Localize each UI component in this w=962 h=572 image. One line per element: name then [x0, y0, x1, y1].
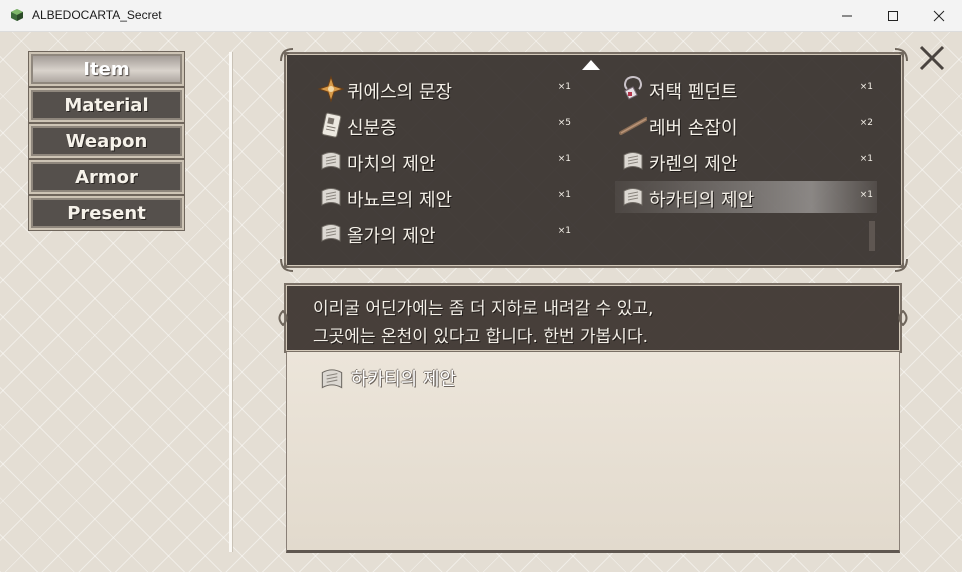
- corner-ornament-icon: [280, 258, 294, 272]
- category-label: Weapon: [65, 130, 148, 152]
- scroll-up-arrow-icon[interactable]: [582, 60, 600, 70]
- category-item-button[interactable]: Item: [28, 51, 185, 87]
- item-quantity: ×1: [859, 190, 873, 200]
- corner-ornament-icon: [894, 258, 908, 272]
- divider: [229, 52, 232, 552]
- item-slot[interactable]: 퀴에스의 문장 ×1: [313, 73, 575, 105]
- close-menu-icon[interactable]: [916, 42, 948, 74]
- item-quantity: ×1: [557, 226, 571, 236]
- category-material-button[interactable]: Material: [28, 87, 185, 123]
- side-ornament-icon: [898, 310, 908, 326]
- minimize-icon: [842, 15, 852, 16]
- corner-ornament-icon: [280, 48, 294, 62]
- item-name: 올가의 제안: [347, 226, 436, 247]
- item-slot[interactable]: 카렌의 제안 ×1: [615, 145, 877, 177]
- item-name: 신분증: [347, 118, 397, 139]
- item-name: 마치의 제안: [347, 154, 436, 175]
- window-titlebar: ALBEDOCARTA_Secret: [0, 0, 962, 32]
- description-line-2: 그곳에는 온천이 있다고 합니다. 한번 가봅시다.: [313, 327, 648, 347]
- app-icon: [11, 9, 23, 21]
- item-name: 퀴에스의 문장: [347, 82, 453, 103]
- category-weapon-button[interactable]: Weapon: [28, 123, 185, 159]
- scroll-icon: [321, 369, 343, 389]
- category-present-button[interactable]: Present: [28, 195, 185, 231]
- item-quantity: ×1: [557, 82, 571, 92]
- category-label: Armor: [75, 166, 138, 188]
- item-slot[interactable]: 마치의 제안 ×1: [313, 145, 575, 177]
- id-card-icon: [321, 112, 342, 138]
- maximize-icon: [888, 10, 898, 21]
- item-slot[interactable]: 올가의 제안 ×1: [313, 217, 575, 249]
- item-quantity: ×2: [859, 118, 873, 128]
- category-label: Material: [64, 94, 149, 116]
- minimize-button[interactable]: [824, 0, 870, 31]
- scroll-icon: [623, 188, 643, 206]
- item-detail-panel: 하카티의 제안: [286, 352, 900, 553]
- close-window-button[interactable]: [916, 0, 962, 31]
- item-name: 하카티의 제안: [649, 190, 755, 211]
- pendant-icon: [624, 76, 642, 100]
- close-icon: [933, 10, 945, 21]
- lever-handle-icon: [619, 117, 647, 135]
- item-quantity: ×1: [557, 154, 571, 164]
- item-name: 레버 손잡이: [649, 118, 738, 139]
- item-slot-selected[interactable]: 하카티의 제안 ×1: [615, 181, 877, 213]
- item-slot[interactable]: 바뇨르의 제안 ×1: [313, 181, 575, 213]
- item-slot[interactable]: 신분증 ×5: [313, 109, 575, 141]
- corner-ornament-icon: [894, 48, 908, 62]
- scrollbar[interactable]: [869, 221, 875, 251]
- item-slot[interactable]: 레버 손잡이 ×2: [615, 109, 877, 141]
- maximize-button[interactable]: [870, 0, 916, 31]
- category-label: Item: [83, 58, 130, 80]
- emblem-icon: [317, 75, 345, 103]
- side-ornament-icon: [278, 310, 288, 326]
- scroll-icon: [321, 188, 341, 206]
- detail-item-name: 하카티의 제안: [351, 369, 457, 390]
- item-list-panel: 퀴에스의 문장 ×1 저택 펜던트 ×1 신분증 ×5 레버 손잡이 ×2 마치…: [280, 48, 908, 272]
- description-line-1: 이리굴 어딘가에는 좀 더 지하로 내려갈 수 있고,: [313, 299, 654, 319]
- item-slot[interactable]: 저택 펜던트 ×1: [615, 73, 877, 105]
- item-name: 저택 펜던트: [649, 82, 738, 103]
- game-screen: Item Material Weapon Armor Present 퀴에스의 …: [0, 32, 962, 572]
- category-label: Present: [67, 202, 146, 224]
- item-quantity: ×1: [557, 190, 571, 200]
- window-title: ALBEDOCARTA_Secret: [32, 8, 162, 22]
- item-quantity: ×1: [859, 154, 873, 164]
- scroll-icon: [321, 152, 341, 170]
- item-quantity: ×1: [859, 82, 873, 92]
- item-name: 바뇨르의 제안: [347, 190, 453, 211]
- item-quantity: ×5: [557, 118, 571, 128]
- item-name: 카렌의 제안: [649, 154, 738, 175]
- category-armor-button[interactable]: Armor: [28, 159, 185, 195]
- scroll-icon: [321, 224, 341, 242]
- description-panel: 이리굴 어딘가에는 좀 더 지하로 내려갈 수 있고, 그곳에는 온천이 있다고…: [278, 283, 908, 353]
- scroll-icon: [623, 152, 643, 170]
